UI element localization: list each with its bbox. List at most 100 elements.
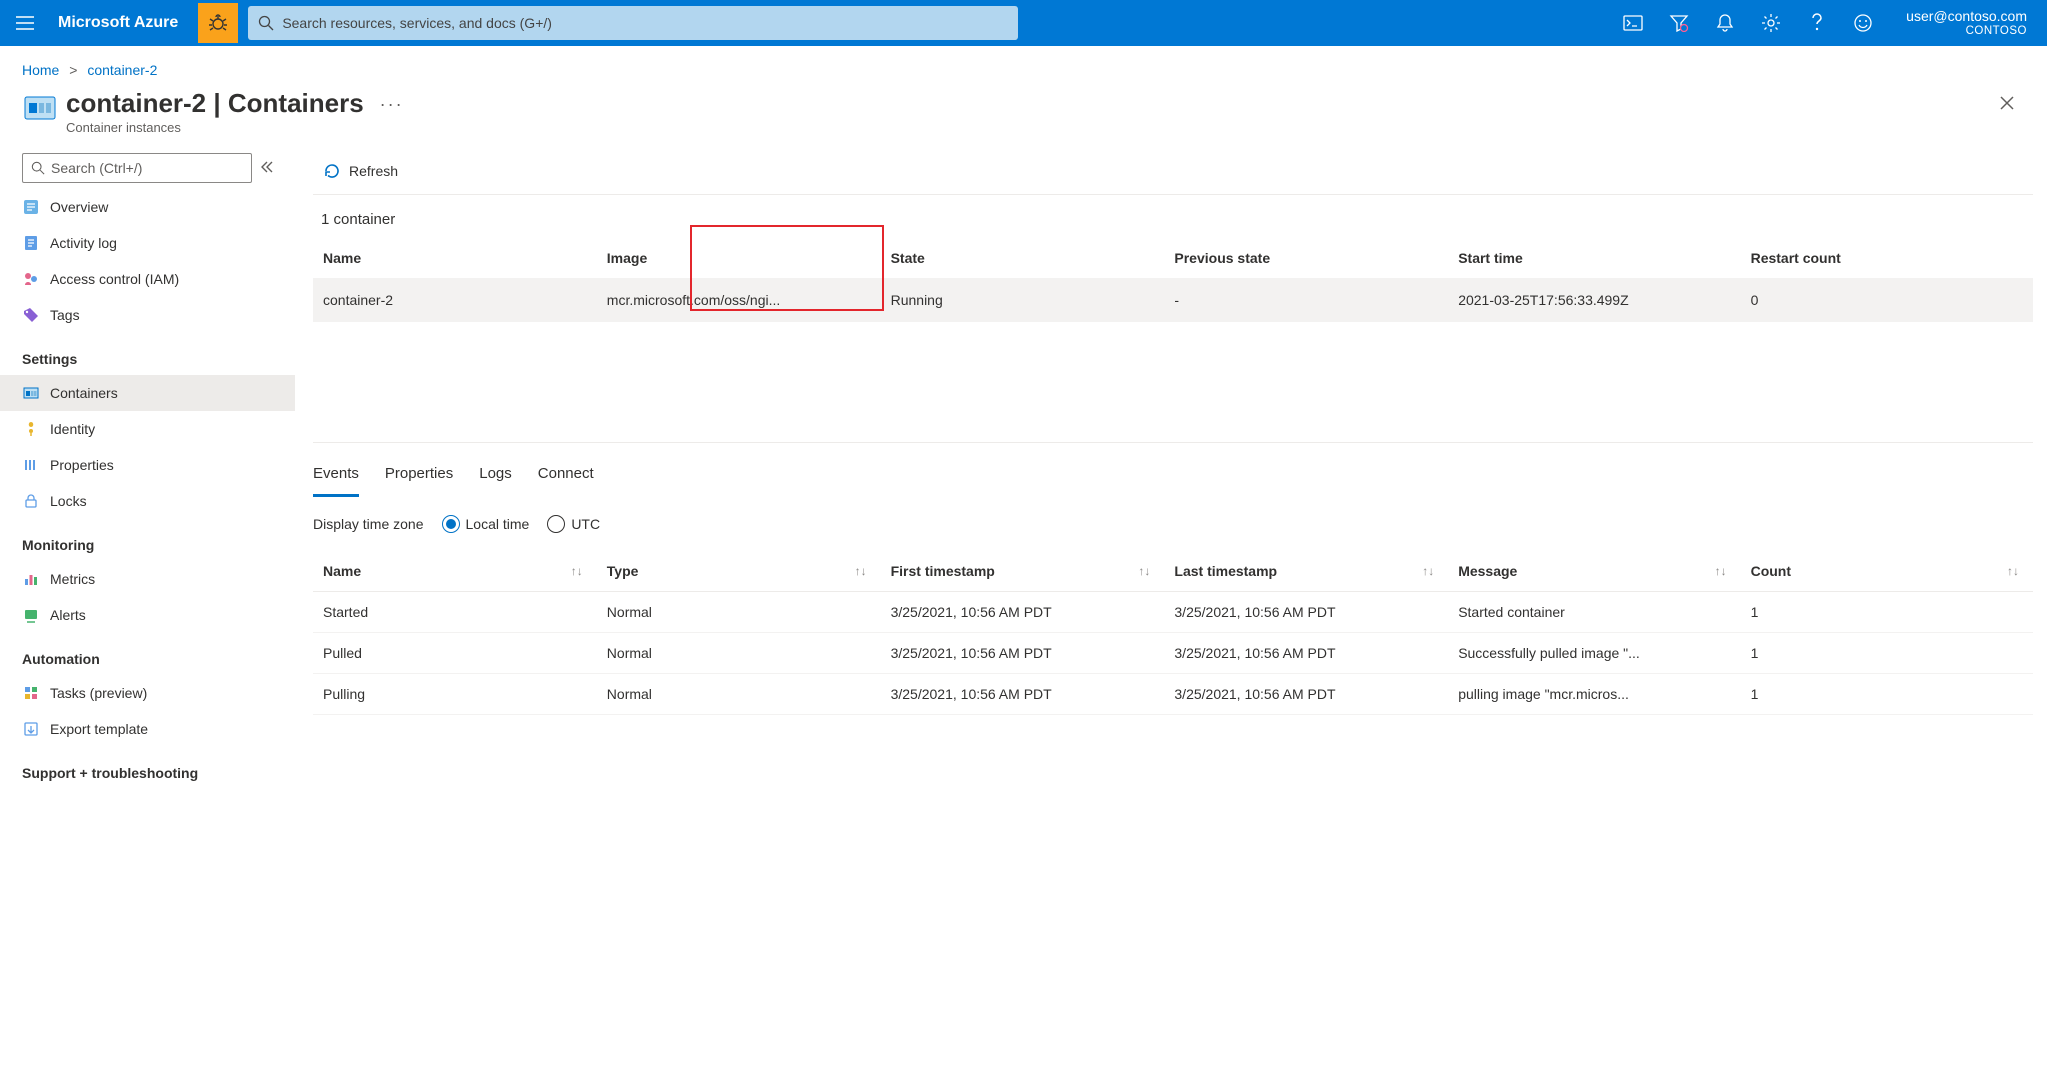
sidebar-search[interactable]	[22, 153, 252, 183]
collapse-sidebar-button[interactable]	[260, 160, 274, 177]
sidebar-item-label: Export template	[50, 721, 148, 737]
radio-local-time[interactable]: Local time	[442, 515, 530, 533]
sidebar-item-containers[interactable]: Containers	[0, 375, 295, 411]
col-ev-name[interactable]: Name↑↓	[313, 551, 597, 592]
cell-ev-first: 3/25/2021, 10:56 AM PDT	[881, 633, 1165, 674]
container-count: 1 container	[313, 195, 2033, 238]
tab-connect[interactable]: Connect	[538, 455, 594, 497]
main-content: Refresh 1 container Name Image State Pre…	[295, 145, 2047, 1072]
directory-filter-button[interactable]	[1658, 0, 1700, 46]
sort-icon[interactable]: ↑↓	[1138, 564, 1150, 578]
bug-button[interactable]	[198, 3, 238, 43]
col-state[interactable]: State	[881, 238, 1165, 278]
sort-icon[interactable]: ↑↓	[1422, 564, 1434, 578]
cell-state: Running	[881, 278, 1165, 322]
cloud-shell-icon	[1623, 15, 1643, 31]
tab-logs[interactable]: Logs	[479, 455, 512, 497]
col-image[interactable]: Image	[597, 238, 881, 278]
breadcrumb-separator: >	[63, 62, 83, 78]
sort-icon[interactable]: ↑↓	[2007, 564, 2019, 578]
sidebar-group-support: Support + troubleshooting	[0, 747, 295, 789]
col-ev-msg[interactable]: Message↑↓	[1448, 551, 1740, 592]
refresh-label: Refresh	[349, 163, 398, 179]
table-row[interactable]: Started Normal 3/25/2021, 10:56 AM PDT 3…	[313, 592, 2033, 633]
radio-utc-label: UTC	[571, 516, 600, 532]
sidebar-group-automation: Automation	[0, 633, 295, 675]
col-previous-state[interactable]: Previous state	[1164, 238, 1448, 278]
sidebar-group-settings: Settings	[0, 333, 295, 375]
sort-icon[interactable]: ↑↓	[855, 564, 867, 578]
cell-ev-name: Pulled	[313, 633, 597, 674]
cell-ev-last: 3/25/2021, 10:56 AM PDT	[1164, 633, 1448, 674]
cell-ev-name: Pulling	[313, 674, 597, 715]
radio-local-label: Local time	[466, 516, 530, 532]
sidebar-item-label: Metrics	[50, 571, 95, 587]
top-bar: Microsoft Azure user@contoso.com CONTOSO	[0, 0, 2047, 46]
hamburger-menu[interactable]	[0, 0, 50, 46]
tenant-name: CONTOSO	[1906, 25, 2027, 39]
cell-image: mcr.microsoft.com/oss/ngi...	[597, 278, 881, 322]
global-search-input[interactable]	[282, 15, 1008, 31]
settings-button[interactable]	[1750, 0, 1792, 46]
account-menu[interactable]: user@contoso.com CONTOSO	[1894, 4, 2047, 43]
radio-utc[interactable]: UTC	[547, 515, 600, 533]
sidebar-item-alerts[interactable]: Alerts	[0, 597, 295, 633]
cell-ev-type: Normal	[597, 633, 881, 674]
breadcrumb-current[interactable]: container-2	[87, 62, 157, 78]
table-row[interactable]: container-2 mcr.microsoft.com/oss/ngi...…	[313, 278, 2033, 322]
topbar-actions	[1612, 0, 1894, 46]
more-actions-button[interactable]: ···	[380, 94, 404, 115]
tab-events[interactable]: Events	[313, 455, 359, 497]
breadcrumb-home[interactable]: Home	[22, 62, 59, 78]
overview-icon	[22, 198, 40, 216]
sidebar-item-identity[interactable]: Identity	[0, 411, 295, 447]
table-row[interactable]: Pulling Normal 3/25/2021, 10:56 AM PDT 3…	[313, 674, 2033, 715]
feedback-button[interactable]	[1842, 0, 1884, 46]
col-ev-count[interactable]: Count↑↓	[1741, 551, 2033, 592]
gear-icon	[1761, 13, 1781, 33]
help-button[interactable]	[1796, 0, 1838, 46]
bell-icon	[1716, 13, 1734, 33]
bug-icon	[208, 13, 228, 33]
cell-restart-count: 0	[1741, 278, 2033, 322]
refresh-button[interactable]: Refresh	[313, 156, 408, 186]
cell-ev-msg: Successfully pulled image "...	[1448, 633, 1740, 674]
cell-ev-first: 3/25/2021, 10:56 AM PDT	[881, 674, 1165, 715]
cell-name: container-2	[313, 278, 597, 322]
cell-ev-first: 3/25/2021, 10:56 AM PDT	[881, 592, 1165, 633]
col-ev-type[interactable]: Type↑↓	[597, 551, 881, 592]
sidebar-item-metrics[interactable]: Metrics	[0, 561, 295, 597]
col-restart-count[interactable]: Restart count	[1741, 238, 2033, 278]
sidebar-search-input[interactable]	[51, 160, 243, 176]
activity-log-icon	[22, 234, 40, 252]
sidebar-item-label: Alerts	[50, 607, 86, 623]
sidebar-item-properties[interactable]: Properties	[0, 447, 295, 483]
cell-ev-type: Normal	[597, 592, 881, 633]
sidebar-item-activity-log[interactable]: Activity log	[0, 225, 295, 261]
brand-label[interactable]: Microsoft Azure	[50, 0, 196, 46]
col-ev-last[interactable]: Last timestamp↑↓	[1164, 551, 1448, 592]
table-row[interactable]: Pulled Normal 3/25/2021, 10:56 AM PDT 3/…	[313, 633, 2033, 674]
close-blade-button[interactable]	[1989, 90, 2025, 121]
toolbar: Refresh	[313, 153, 2033, 195]
sidebar-item-locks[interactable]: Locks	[0, 483, 295, 519]
col-name[interactable]: Name	[313, 238, 597, 278]
refresh-icon	[323, 162, 341, 180]
sort-icon[interactable]: ↑↓	[571, 564, 583, 578]
sidebar-item-access-control[interactable]: Access control (IAM)	[0, 261, 295, 297]
hamburger-icon	[16, 16, 34, 30]
sidebar-item-label: Tasks (preview)	[50, 685, 147, 701]
resource-icon	[22, 90, 58, 126]
notifications-button[interactable]	[1704, 0, 1746, 46]
sort-icon[interactable]: ↑↓	[1715, 564, 1727, 578]
sidebar-item-tags[interactable]: Tags	[0, 297, 295, 333]
sidebar-item-overview[interactable]: Overview	[0, 189, 295, 225]
sidebar-item-export-template[interactable]: Export template	[0, 711, 295, 747]
sidebar-item-label: Containers	[50, 385, 118, 401]
sidebar-item-tasks[interactable]: Tasks (preview)	[0, 675, 295, 711]
col-start-time[interactable]: Start time	[1448, 238, 1740, 278]
global-search[interactable]	[248, 6, 1018, 40]
col-ev-first[interactable]: First timestamp↑↓	[881, 551, 1165, 592]
tab-properties[interactable]: Properties	[385, 455, 453, 497]
cloud-shell-button[interactable]	[1612, 0, 1654, 46]
